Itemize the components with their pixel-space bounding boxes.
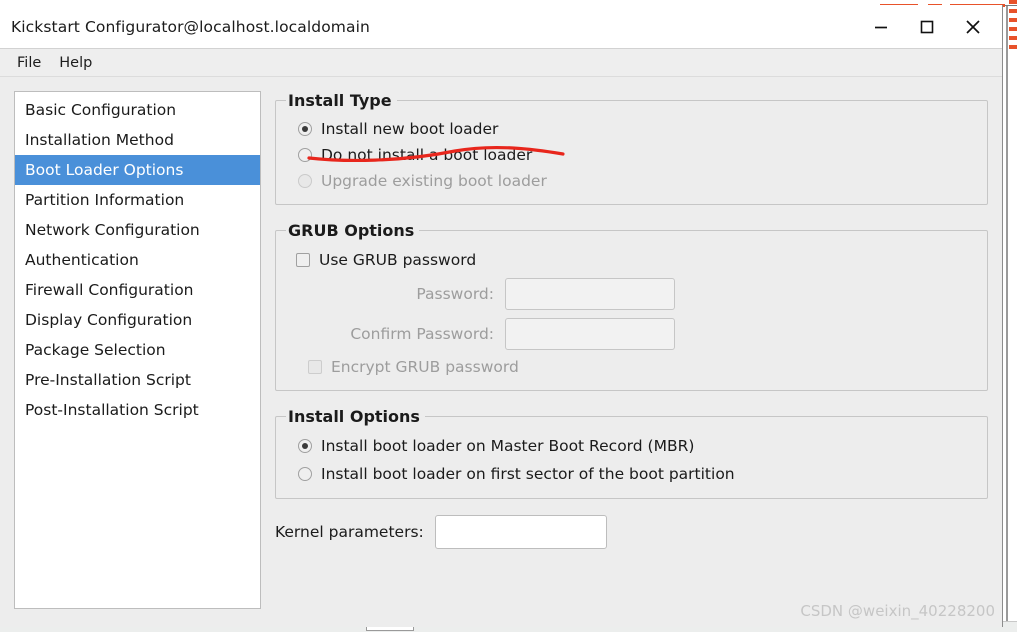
radio-upgrade-existing-boot-loader: Upgrade existing boot loader <box>286 168 977 194</box>
checkbox-label-encrypt-grub-password: Encrypt GRUB password <box>331 358 519 376</box>
install-options-legend: Install Options <box>288 407 420 426</box>
window-title: Kickstart Configurator@localhost.localdo… <box>11 17 370 36</box>
password-field <box>505 278 675 310</box>
checkbox-use-grub-password[interactable]: Use GRUB password <box>286 246 977 274</box>
checkbox-icon-encrypt-grub-password <box>308 360 322 374</box>
menu-help[interactable]: Help <box>50 53 101 73</box>
sidebar-item-installation-method[interactable]: Installation Method <box>15 125 260 155</box>
sidebar-item-pre-installation-script[interactable]: Pre-Installation Script <box>15 365 260 395</box>
sidebar-item-display-configuration[interactable]: Display Configuration <box>15 305 260 335</box>
radio-label-install-on-first-sector: Install boot loader on first sector of t… <box>321 465 735 483</box>
radio-install-on-mbr[interactable]: Install boot loader on Master Boot Recor… <box>286 432 977 460</box>
section-list[interactable]: Basic Configuration Installation Method … <box>14 91 261 609</box>
sidebar-item-boot-loader-options[interactable]: Boot Loader Options <box>15 155 260 185</box>
radio-icon-install-new <box>298 122 312 136</box>
content-area: Basic Configuration Installation Method … <box>0 77 1002 626</box>
confirm-password-label: Confirm Password: <box>350 325 494 343</box>
sidebar-item-authentication[interactable]: Authentication <box>15 245 260 275</box>
radio-do-not-install-boot-loader[interactable]: Do not install a boot loader <box>286 142 977 168</box>
install-type-group: Install Type Install new boot loader Do … <box>275 91 988 205</box>
background-scrollbar-track[interactable] <box>1006 6 1008 631</box>
password-label: Password: <box>416 285 494 303</box>
titlebar[interactable]: Kickstart Configurator@localhost.localdo… <box>0 5 1002 49</box>
menubar: File Help <box>0 49 1002 77</box>
confirm-password-row: Confirm Password: <box>286 314 977 354</box>
kernel-parameters-label: Kernel parameters: <box>275 523 424 541</box>
checkbox-encrypt-grub-password: Encrypt GRUB password <box>286 354 977 380</box>
confirm-password-field <box>505 318 675 350</box>
sidebar-item-post-installation-script[interactable]: Post-Installation Script <box>15 395 260 425</box>
grub-options-group: GRUB Options Use GRUB password Password:… <box>275 221 988 391</box>
password-row: Password: <box>286 274 977 314</box>
radio-icon-install-on-mbr <box>298 439 312 453</box>
sidebar-item-basic-configuration[interactable]: Basic Configuration <box>15 95 260 125</box>
radio-label-install-on-mbr: Install boot loader on Master Boot Recor… <box>321 437 695 455</box>
minimize-button[interactable] <box>858 5 904 49</box>
watermark: CSDN @weixin_40228200 <box>800 602 995 620</box>
checkbox-label-use-grub-password: Use GRUB password <box>319 251 477 269</box>
kernel-parameters-input[interactable] <box>434 515 607 549</box>
install-type-legend: Install Type <box>288 91 392 110</box>
radio-icon-upgrade-existing <box>298 174 312 188</box>
install-options-group: Install Options Install boot loader on M… <box>275 407 988 499</box>
close-button[interactable] <box>950 5 996 49</box>
grub-options-legend: GRUB Options <box>288 221 415 240</box>
sidebar-item-package-selection[interactable]: Package Selection <box>15 335 260 365</box>
menu-file[interactable]: File <box>8 53 50 73</box>
sidebar-item-network-configuration[interactable]: Network Configuration <box>15 215 260 245</box>
radio-icon-install-on-first-sector <box>298 467 312 481</box>
boot-loader-options-pane: Install Type Install new boot loader Do … <box>261 91 988 626</box>
radio-install-on-first-sector[interactable]: Install boot loader on first sector of t… <box>286 460 977 488</box>
window-controls <box>858 5 996 49</box>
radio-label-install-new: Install new boot loader <box>321 120 499 138</box>
radio-icon-do-not-install <box>298 148 312 162</box>
radio-install-new-boot-loader[interactable]: Install new boot loader <box>286 116 977 142</box>
maximize-button[interactable] <box>904 5 950 49</box>
sidebar-item-partition-information[interactable]: Partition Information <box>15 185 260 215</box>
kernel-parameters-row: Kernel parameters: <box>275 515 988 549</box>
background-right-ticks <box>1009 0 1017 120</box>
radio-label-upgrade-existing: Upgrade existing boot loader <box>321 172 547 190</box>
checkbox-icon-use-grub-password <box>296 253 310 267</box>
radio-label-do-not-install: Do not install a boot loader <box>321 146 533 164</box>
sidebar-item-firewall-configuration[interactable]: Firewall Configuration <box>15 275 260 305</box>
kickstart-configurator-window: Kickstart Configurator@localhost.localdo… <box>0 5 1003 627</box>
